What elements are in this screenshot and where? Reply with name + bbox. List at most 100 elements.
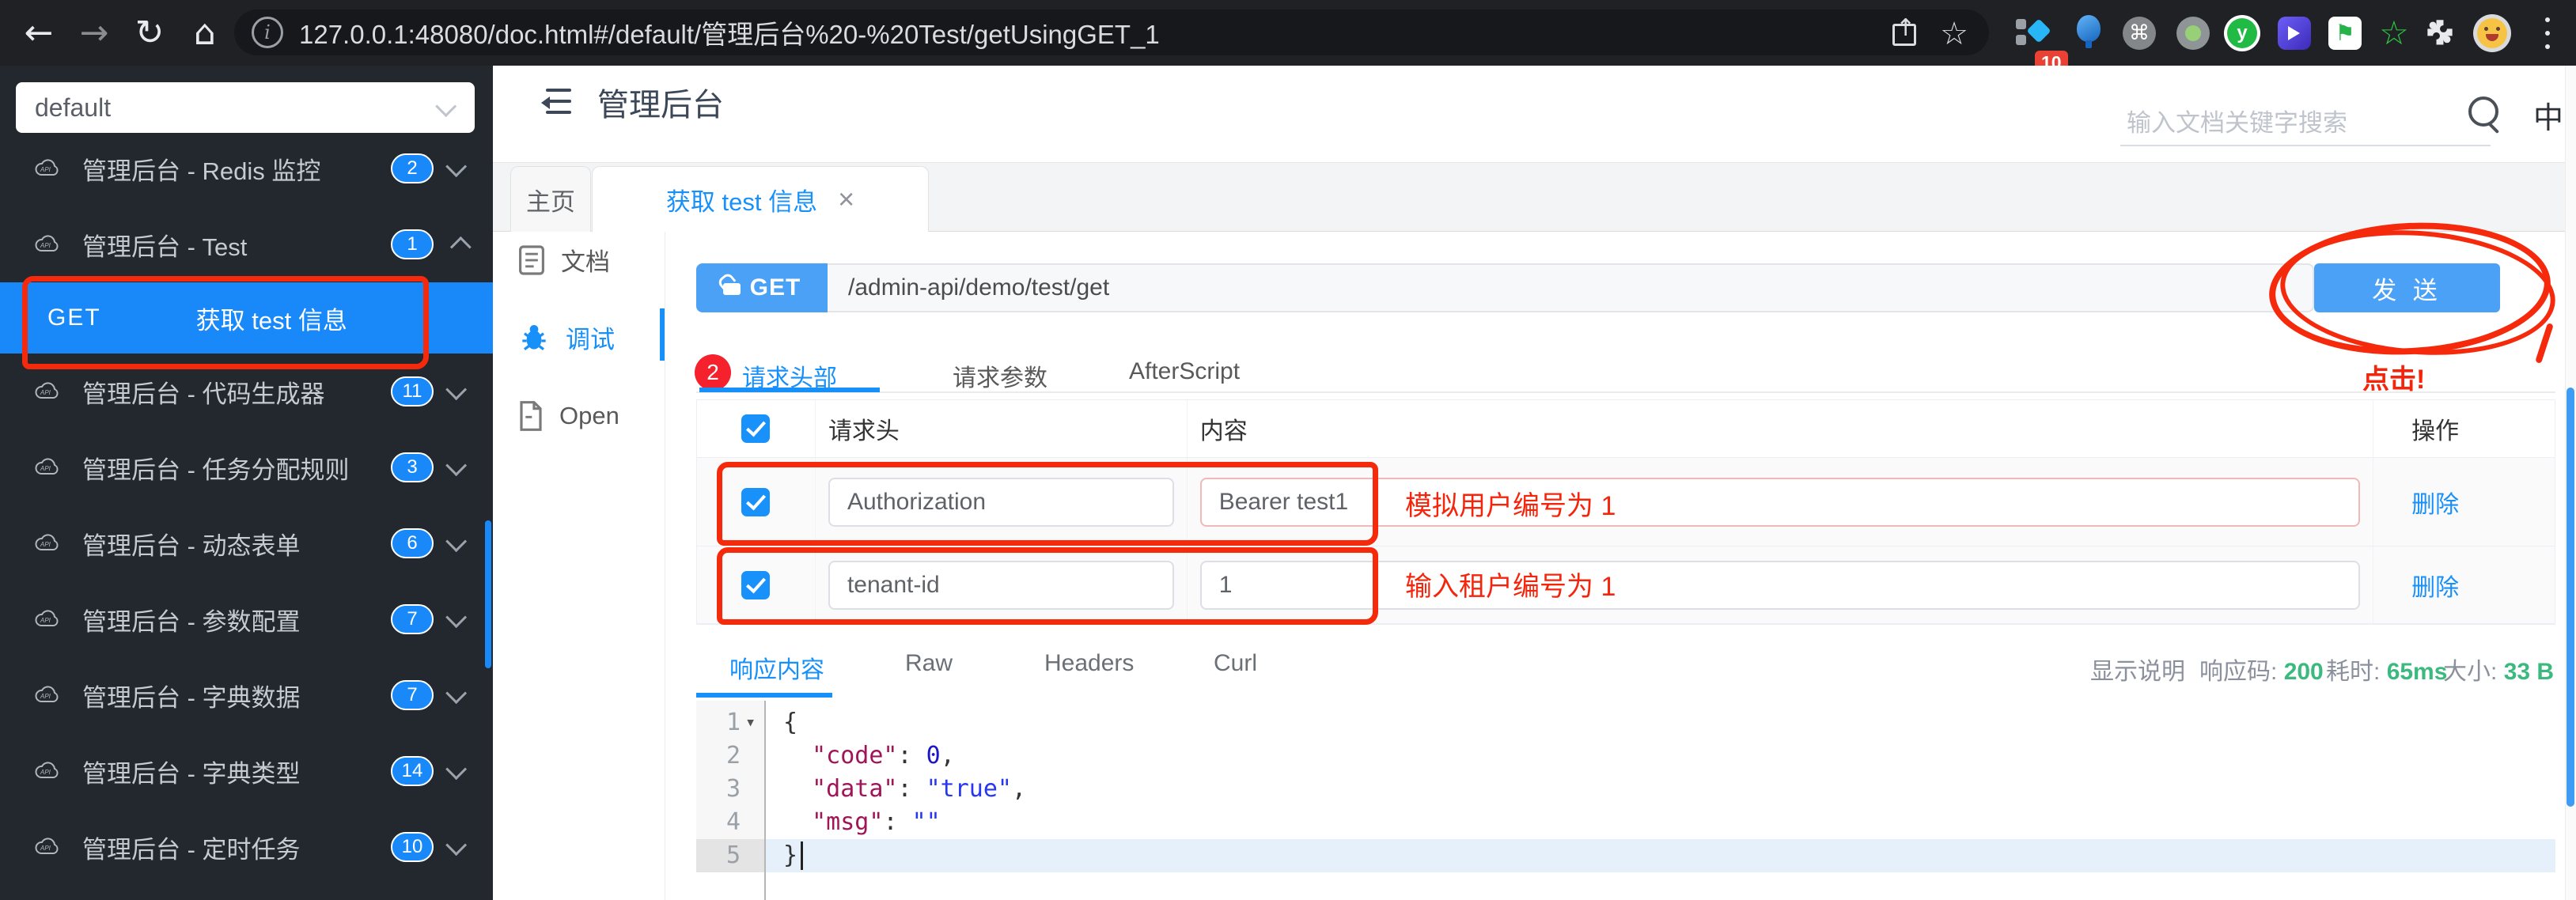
endpoint-label: 获取 test 信息 (195, 306, 347, 335)
tab-close-icon[interactable]: × (838, 183, 854, 216)
share-icon[interactable]: ↑ (1892, 14, 1916, 46)
sidebar-group[interactable]: API 管理后台 - 参数配置 7 (0, 581, 493, 657)
editor-code-line: { (783, 709, 798, 736)
request-url-input[interactable]: /admin-api/demo/test/get (848, 274, 1109, 301)
method-get-button[interactable]: GET (696, 263, 828, 312)
bookmark-star-icon[interactable]: ☆ (1940, 16, 1968, 52)
header-value-input[interactable]: 1 (1199, 560, 2361, 610)
record-ext-icon[interactable] (2171, 0, 2215, 66)
sidebar-scrollbar-thumb[interactable] (485, 520, 491, 668)
browser-toolbar: ← → ↻ ⌂ i 127.0.0.1:48080/doc.html#/defa… (0, 0, 2576, 75)
column-header-action: 操作 (2411, 418, 2460, 444)
sidebar-group-label: 管理后台 - 定时任务 (82, 835, 301, 864)
sidebar-group-label: 管理后台 - 字典数据 (82, 683, 301, 712)
header-value-input[interactable]: Bearer test1 (1199, 477, 2361, 527)
response-tabs-active-underline (696, 693, 832, 698)
sidebar-group-list: API 管理后台 - Redis 监控 2 API 管理后台 - Test 1 GET 获取 … (0, 130, 493, 885)
chevron-down-icon (445, 758, 468, 780)
chevron-up-icon (449, 236, 472, 258)
header-name-input[interactable]: Authorization (828, 477, 1174, 527)
group-select[interactable]: default (16, 82, 475, 133)
api-cloud-icon: API (35, 458, 59, 475)
response-tab-headers[interactable]: Headers (1044, 650, 1134, 677)
sidebar-group[interactable]: API 管理后台 - Redis 监控 2 (0, 130, 493, 206)
editor-gutter-border (764, 701, 766, 900)
sidebar-group-label: 管理后台 - 动态表单 (82, 531, 301, 560)
select-all-checkbox[interactable] (741, 414, 771, 443)
shield-ext-icon[interactable] (2272, 0, 2317, 66)
url-text[interactable]: 127.0.0.1:48080/doc.html#/default/管理后台%2… (299, 13, 1160, 51)
send-button[interactable]: 发 送 (2314, 263, 2500, 312)
reload-button[interactable]: ↻ (123, 0, 176, 66)
api-cloud-icon: API (35, 610, 59, 626)
editor-code-line: "msg": "" (812, 808, 941, 836)
profile-avatar[interactable] (2470, 0, 2514, 66)
response-json-editor[interactable]: 1 ▾ {2 "code": 0, 3 "data": "true", 4 "msg":… (696, 701, 2555, 900)
page-scrollbar-thumb[interactable] (2567, 388, 2574, 807)
svg-text:API: API (40, 389, 51, 396)
size-stat: 大小: 33 B (2443, 659, 2555, 685)
svg-text:API: API (40, 769, 51, 776)
sidebar-group-label: 管理后台 - 参数配置 (82, 607, 301, 636)
response-tab-content[interactable]: 响应内容 (729, 650, 824, 685)
back-button[interactable]: ← (13, 0, 65, 66)
doc-nav-item-debug[interactable]: 调试 (518, 320, 615, 355)
sidebar-group[interactable]: API 管理后台 - 动态表单 6 (0, 505, 493, 581)
doc-search-input[interactable] (2120, 145, 2491, 146)
site-info-icon[interactable]: i (252, 17, 283, 48)
tab-afterscript[interactable]: AfterScript (1129, 358, 1240, 385)
browser-menu-icon[interactable] (2525, 0, 2570, 66)
v-green-ext-icon[interactable]: y (2220, 0, 2264, 66)
delete-row-link[interactable]: 删除 (2411, 568, 2459, 603)
editor-cursor (801, 841, 803, 870)
doc-nav-item-open[interactable]: Open (518, 400, 619, 432)
home-button[interactable]: ⌂ (179, 0, 231, 66)
doc-nav-item-doc[interactable]: 文档 (518, 242, 610, 278)
unlock-icon (716, 271, 741, 295)
language-toggle[interactable]: 中 (2533, 93, 2563, 137)
tab-request-params[interactable]: 请求参数 (953, 358, 1047, 393)
api-cloud-icon: API (35, 762, 59, 778)
group-select-value: default (35, 93, 112, 122)
row-checkbox[interactable] (741, 570, 771, 599)
tab-get-test-info[interactable]: 获取 test 信息 × (592, 166, 929, 232)
request-headers-table: 请求头 内容 操作 Authorization Bearer test1 删除 ten… (696, 399, 2555, 625)
puzzle-extensions-icon[interactable] (2418, 0, 2462, 66)
chevron-down-icon (445, 682, 468, 704)
fold-arrow-icon[interactable]: ▾ (745, 706, 756, 739)
search-icon[interactable] (2468, 96, 2498, 127)
response-tab-curl[interactable]: Curl (1214, 650, 1257, 677)
address-bar[interactable]: i 127.0.0.1:48080/doc.html#/default/管理后台… (234, 9, 1989, 55)
star-green-ext-icon[interactable]: ☆ (2372, 0, 2416, 66)
svg-text:API: API (40, 541, 51, 548)
api-cloud-icon: API (35, 838, 59, 854)
sidebar-group[interactable]: API 管理后台 - 任务分配规则 3 (0, 429, 493, 505)
editor-line-number: 1 (725, 709, 741, 736)
balloon-ext-icon[interactable] (2066, 0, 2111, 66)
svg-text:API: API (40, 617, 51, 624)
doc-search-placeholder: 输入文档关键字搜索 (2127, 109, 2347, 137)
document-tabstrip: 主页 获取 test 信息 × (493, 162, 2576, 232)
sidebar-group[interactable]: API 管理后台 - 定时任务 10 (0, 809, 493, 885)
header-name-input[interactable]: tenant-id (828, 560, 1174, 610)
pinned-ext-diamond-icon[interactable]: 10 (2011, 0, 2068, 75)
sidebar-group[interactable]: API 管理后台 - 字典类型 14 (0, 733, 493, 809)
collapse-menu-icon[interactable] (535, 87, 573, 119)
chevron-down-icon (445, 606, 468, 628)
sidebar-group[interactable]: API 管理后台 - 代码生成器 11 (0, 354, 493, 429)
sidebar-group[interactable]: API 管理后台 - 字典数据 7 (0, 657, 493, 733)
show-description-label: 显示说明 (2090, 659, 2185, 685)
sidebar-group[interactable]: API 管理后台 - Test 1 (0, 206, 493, 282)
response-tab-raw[interactable]: Raw (905, 650, 953, 677)
command-ext-icon[interactable]: ⌘ (2117, 0, 2161, 66)
delete-row-link[interactable]: 删除 (2411, 485, 2459, 520)
tab-home[interactable]: 主页 (510, 166, 591, 232)
flag-ext-icon[interactable]: ⚑ (2323, 0, 2367, 66)
doc-nav-active-indicator (660, 308, 665, 361)
forward-button[interactable]: → (68, 0, 120, 66)
sidebar-group-count-badge: 1 (391, 229, 434, 259)
api-cloud-icon: API (35, 235, 59, 251)
column-header-name: 请求头 (828, 418, 900, 444)
row-checkbox[interactable] (741, 487, 771, 516)
sidebar-endpoint-active[interactable]: GET 获取 test 信息 (0, 282, 493, 354)
